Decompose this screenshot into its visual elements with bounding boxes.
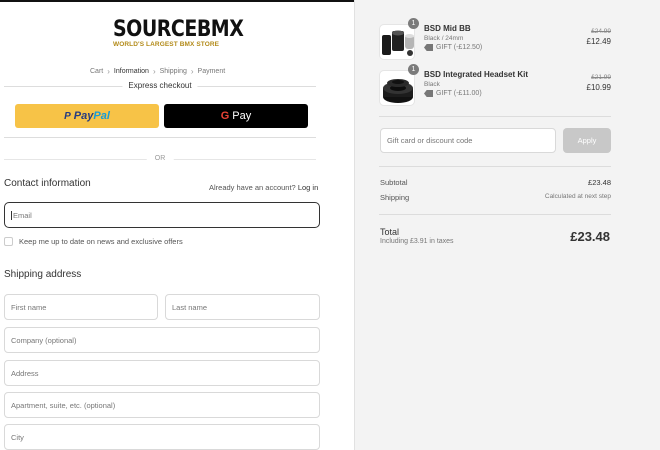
gift-text: GIFT (-£12.50) (436, 44, 483, 51)
cart-item: 1 BSD Integrated Headset Kit Black GIFT … (379, 64, 611, 108)
company-placeholder: Company (optional) (11, 335, 77, 345)
paypal-icon: P (64, 110, 71, 122)
or-text: OR (146, 155, 174, 162)
google-pay-text: Pay (232, 110, 252, 122)
paypal-pay-text: Pay (73, 110, 94, 122)
total-value: £23.48 (570, 229, 610, 244)
product-thumbnail (379, 24, 415, 60)
google-pay-button[interactable]: G Pay (164, 104, 308, 128)
newsletter-row[interactable]: Keep me up to date on news and exclusive… (4, 237, 183, 246)
chevron-right-icon: › (190, 67, 194, 76)
chevron-right-icon: › (107, 67, 110, 76)
login-prompt: Already have an account? Log in (209, 183, 318, 192)
gift-discount: GIFT (-£12.50) (424, 44, 482, 51)
express-checkout: Express checkout P Pay Pal G Pay (4, 81, 316, 138)
total-label: Total (380, 227, 400, 237)
last-name-placeholder: Last name (172, 302, 208, 312)
summary-divider (379, 166, 611, 167)
bottom-bracket-image (382, 30, 414, 56)
login-prompt-text: Already have an account? (209, 183, 296, 192)
express-checkout-label: Express checkout (122, 81, 198, 90)
paypal-button[interactable]: P Pay Pal (15, 104, 159, 128)
apartment-placeholder: Apartment, suite, etc. (optional) (11, 400, 116, 410)
apartment-field[interactable]: Apartment, suite, etc. (optional) (4, 392, 320, 418)
city-placeholder: City (11, 432, 24, 442)
breadcrumb: Cart › Information › Shipping › Payment (90, 67, 225, 76)
chevron-right-icon: › (152, 67, 156, 76)
subtotal-value: £23.48 (588, 178, 611, 187)
order-summary: 1 BSD Mid BB Black / 24mm GIFT (-£12.50)… (354, 0, 660, 450)
item-variant: Black / 24mm (424, 35, 464, 42)
breadcrumb-shipping: Shipping (159, 68, 187, 75)
shipping-label: Shipping (380, 193, 410, 202)
discount-placeholder: Gift card or discount code (387, 136, 473, 145)
product-thumbnail (379, 70, 415, 106)
breadcrumb-information: Information (113, 68, 149, 75)
discount-code-input[interactable]: Gift card or discount code (380, 128, 556, 153)
address-field[interactable]: Address (4, 360, 320, 386)
email-placeholder: Email (13, 210, 32, 220)
tag-icon (424, 90, 433, 97)
apply-button[interactable]: Apply (563, 128, 611, 153)
newsletter-label: Keep me up to date on news and exclusive… (19, 237, 183, 246)
gift-discount: GIFT (-£11.00) (424, 90, 482, 97)
summary-divider (379, 214, 611, 215)
tag-icon (424, 44, 433, 51)
newsletter-checkbox[interactable] (4, 237, 13, 246)
item-name: BSD Mid BB (424, 24, 471, 33)
first-name-field[interactable]: First name (4, 294, 158, 320)
summary-divider (379, 116, 611, 117)
gift-text: GIFT (-£11.00) (436, 90, 482, 97)
item-variant: Black (424, 81, 440, 88)
shipping-title: Shipping address (4, 269, 82, 280)
first-name-placeholder: First name (11, 302, 47, 312)
headset-image (383, 79, 413, 103)
original-price: £24.99 (591, 28, 611, 35)
shipping-row: Shipping Calculated at next step (380, 193, 611, 202)
quantity-badge: 1 (408, 64, 419, 75)
checkout-main: SOURCEBMX WORLD'S LARGEST BMX STORE Cart… (0, 2, 354, 450)
text-caret (11, 210, 12, 220)
breadcrumb-payment: Payment (197, 68, 226, 75)
login-link[interactable]: Log in (298, 183, 318, 192)
contact-title: Contact information (4, 178, 91, 189)
last-name-field[interactable]: Last name (165, 294, 320, 320)
subtotal-label: Subtotal (380, 178, 408, 187)
email-field[interactable]: Email (4, 202, 320, 228)
breadcrumb-cart[interactable]: Cart (90, 68, 103, 75)
logo-tagline: WORLD'S LARGEST BMX STORE (113, 41, 220, 48)
item-name: BSD Integrated Headset Kit (424, 70, 529, 79)
logo-wordmark: SOURCEBMX (113, 16, 244, 42)
item-price: £10.99 (586, 83, 611, 92)
taxes-note: Including £3.91 in taxes (380, 238, 454, 245)
store-logo[interactable]: SOURCEBMX WORLD'S LARGEST BMX STORE (113, 16, 244, 48)
cart-item: 1 BSD Mid BB Black / 24mm GIFT (-£12.50)… (379, 18, 611, 62)
subtotal-row: Subtotal £23.48 (380, 178, 611, 187)
company-field[interactable]: Company (optional) (4, 327, 320, 353)
google-g-icon: G (220, 110, 230, 122)
paypal-pal-text: Pal (93, 110, 110, 122)
quantity-badge: 1 (408, 18, 419, 29)
original-price: £21.99 (591, 74, 611, 81)
shipping-value: Calculated at next step (544, 193, 611, 200)
address-placeholder: Address (11, 368, 39, 378)
item-price: £12.49 (586, 37, 611, 46)
city-field[interactable]: City (4, 424, 320, 450)
or-divider: OR (4, 155, 316, 162)
